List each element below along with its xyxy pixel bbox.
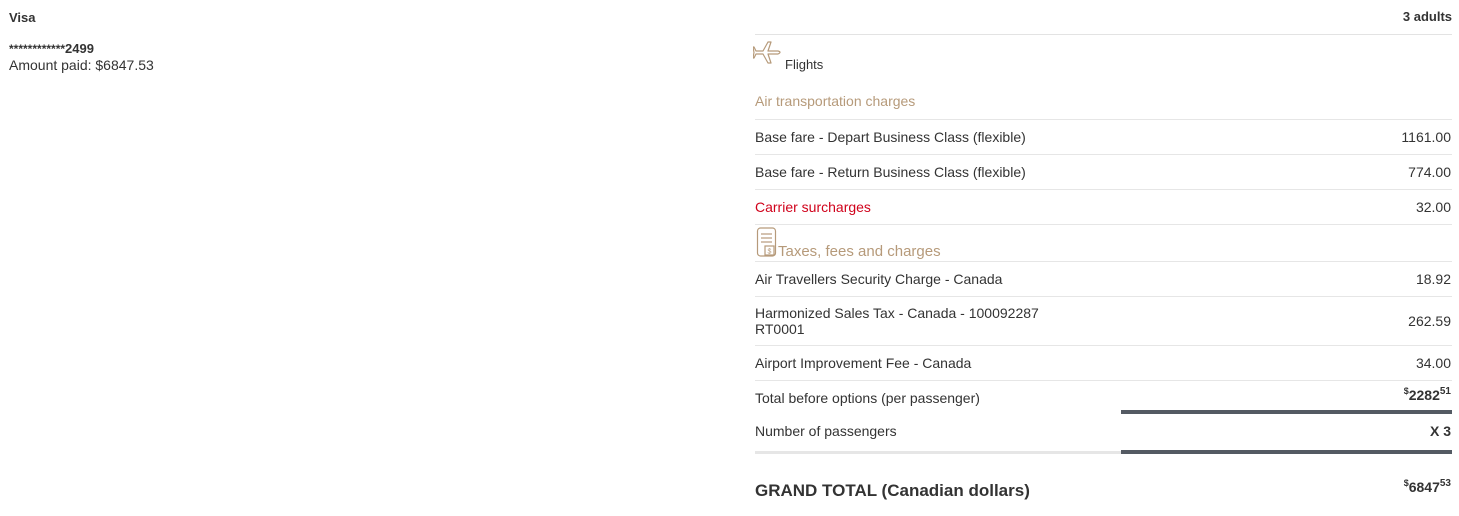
- card-type: Visa: [9, 10, 36, 25]
- card-last4: 2499: [65, 41, 94, 56]
- total-before-options-amount: $228251: [1404, 386, 1451, 403]
- tax-amount: 34.00: [1415, 355, 1451, 371]
- svg-text:$: $: [768, 249, 772, 256]
- amount-whole: 2282: [1408, 387, 1440, 403]
- taxes-heading: Taxes, fees and charges: [778, 243, 941, 260]
- fare-row-depart: Base fare - Depart Business Class (flexi…: [755, 119, 1452, 154]
- total-before-options-row: Total before options (per passenger) $22…: [755, 380, 1452, 414]
- carrier-surcharges-amount: 32.00: [1415, 199, 1451, 215]
- tax-row: Airport Improvement Fee - Canada 34.00: [755, 345, 1452, 380]
- tax-description: Harmonized Sales Tax - Canada - 10009228…: [755, 305, 1408, 337]
- fare-description: Base fare - Return Business Class (flexi…: [755, 164, 1026, 180]
- flights-section-title: Flights: [752, 35, 1452, 77]
- tax-row: Air Travellers Security Charge - Canada …: [755, 261, 1452, 296]
- number-of-passengers-label: Number of passengers: [755, 423, 897, 439]
- number-of-passengers-row: Number of passengers X 3: [755, 414, 1452, 454]
- taxes-section-title: $ Taxes, fees and charges: [755, 224, 1452, 261]
- fare-description: Base fare - Depart Business Class (flexi…: [755, 129, 1026, 145]
- carrier-surcharges-row: Carrier surcharges 32.00: [755, 189, 1452, 224]
- amount-cents: 53: [1439, 478, 1451, 489]
- tax-description: Air Travellers Security Charge - Canada: [755, 271, 1003, 287]
- tax-row: Harmonized Sales Tax - Canada - 10009228…: [755, 296, 1452, 345]
- number-of-passengers-value: X 3: [1429, 423, 1451, 439]
- airplane-icon: [752, 38, 785, 77]
- carrier-surcharges-label: Carrier surcharges: [755, 199, 871, 215]
- fare-row-return: Base fare - Return Business Class (flexi…: [755, 154, 1452, 189]
- amount-cents: 51: [1439, 386, 1451, 397]
- fare-breakdown: 3 adults Flights Air transportation char…: [752, 0, 1452, 514]
- flights-label: Flights: [785, 57, 824, 72]
- tax-description-line2: RT0001: [755, 321, 805, 337]
- card-number: ************2499: [9, 41, 409, 57]
- amount-paid: Amount paid: $6847.53: [9, 57, 154, 73]
- grand-total-row: GRAND TOTAL (Canadian dollars) $684753: [755, 454, 1452, 514]
- air-transportation-heading: Air transportation charges: [755, 93, 916, 109]
- card-number-mask: ************: [9, 42, 66, 56]
- grand-total-label: GRAND TOTAL (Canadian dollars): [755, 481, 1030, 500]
- amount-whole: 6847: [1408, 479, 1440, 495]
- fare-amount: 774.00: [1408, 164, 1451, 180]
- fare-amount: 1161.00: [1401, 129, 1451, 145]
- grand-total-amount: $684753: [1404, 478, 1451, 496]
- passenger-count: 3 adults: [755, 0, 1452, 35]
- tax-amount: 262.59: [1408, 313, 1451, 329]
- payment-summary: Visa ************2499 Amount paid: $6847…: [9, 10, 409, 74]
- total-before-options-label: Total before options (per passenger): [755, 390, 980, 406]
- tax-amount: 18.92: [1415, 271, 1451, 287]
- tax-description: Airport Improvement Fee - Canada: [755, 355, 972, 371]
- tax-description-line1: Harmonized Sales Tax - Canada - 10009228…: [755, 305, 1039, 321]
